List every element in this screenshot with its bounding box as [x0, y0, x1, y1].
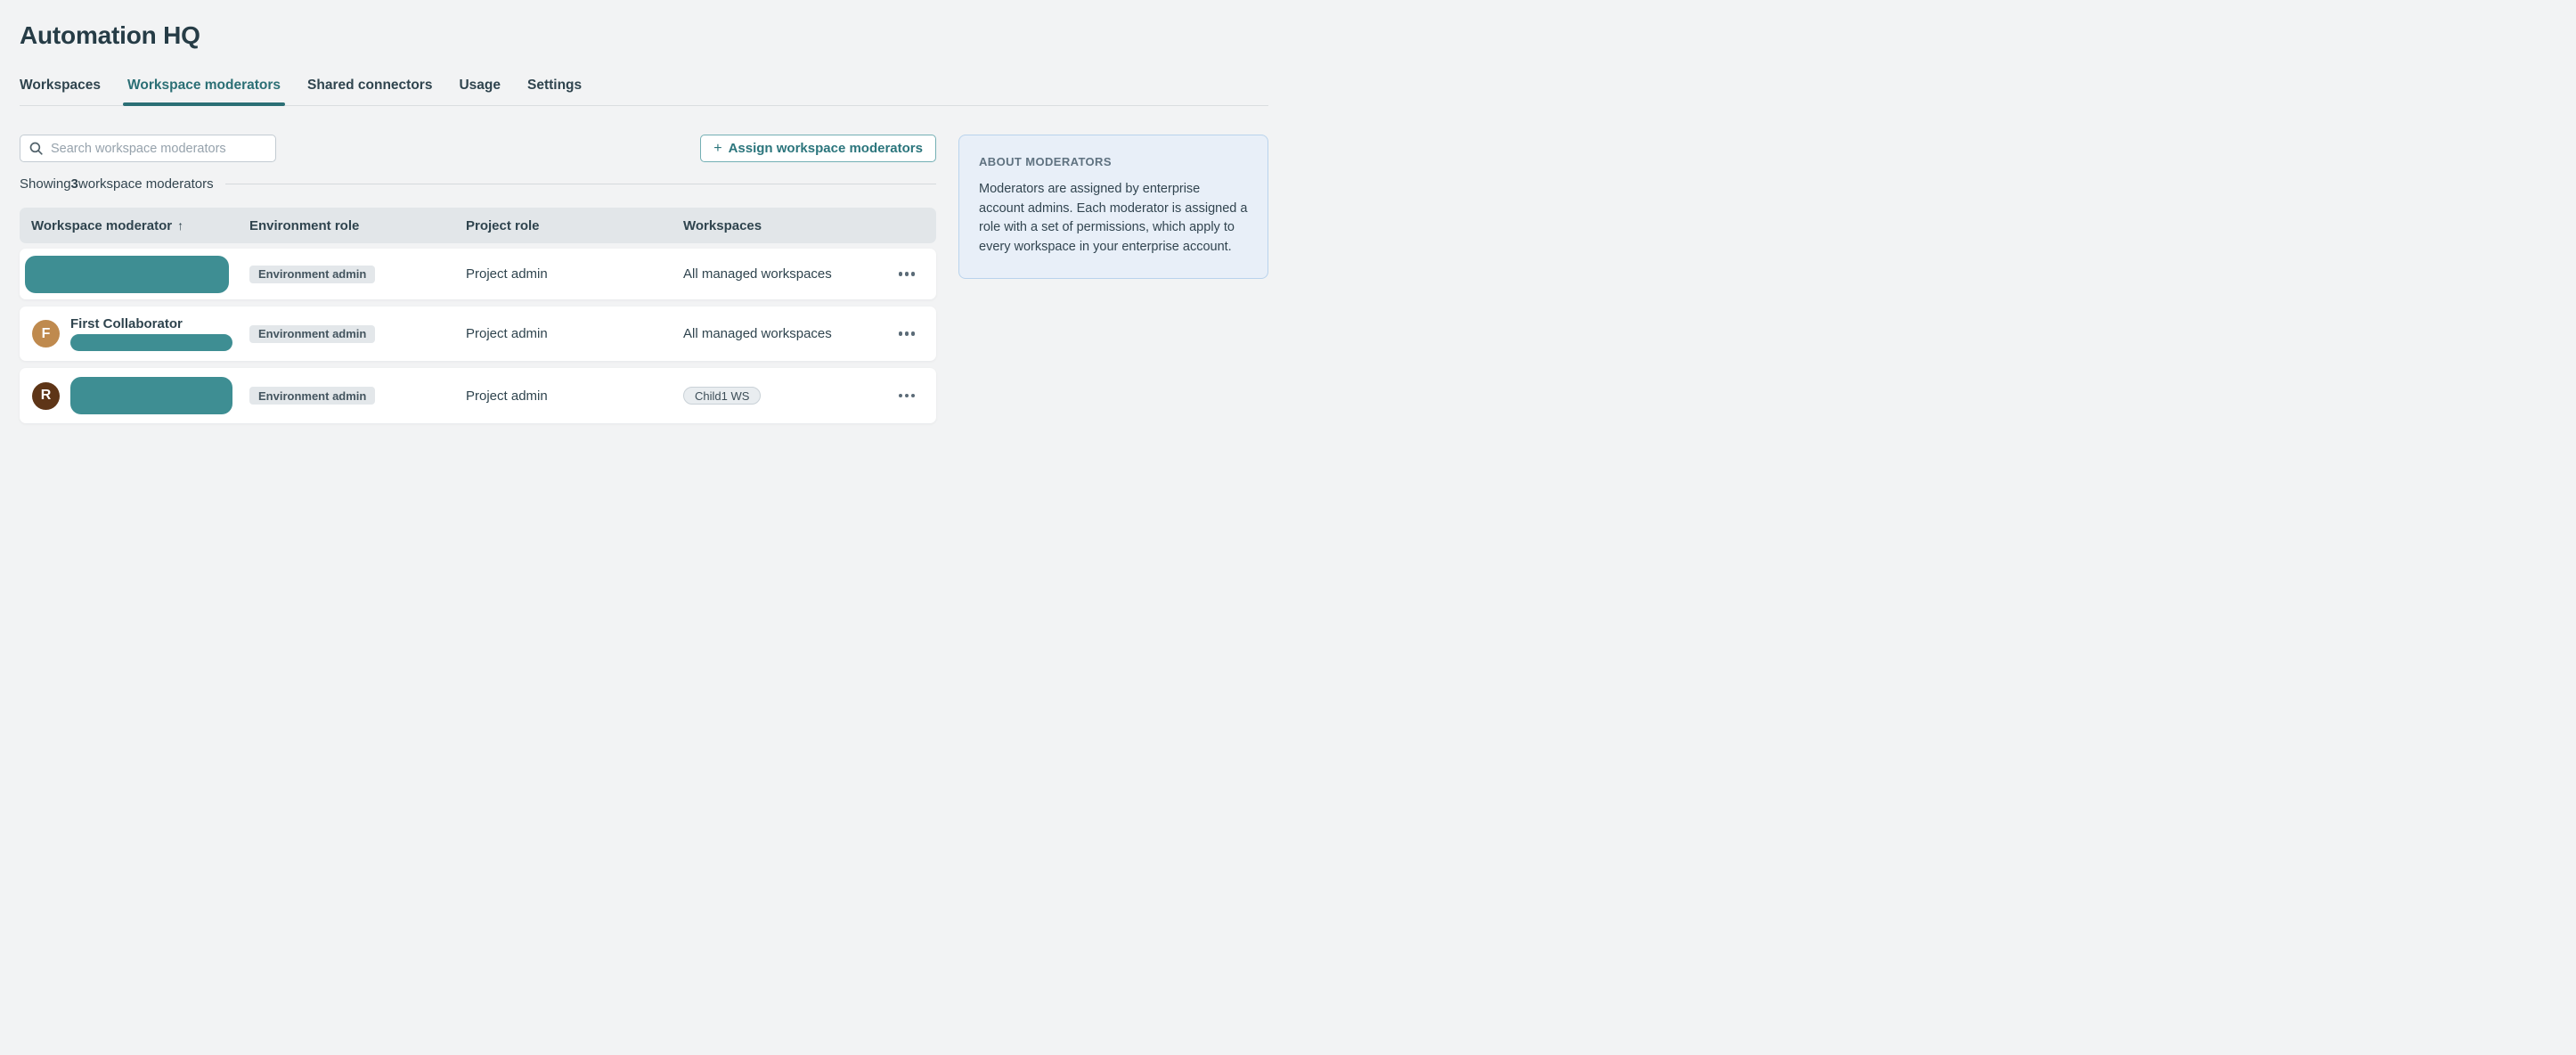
assign-button-label: Assign workspace moderators	[729, 141, 923, 156]
column-header-workspaces[interactable]: Workspaces	[683, 218, 886, 233]
redacted-name-pill	[70, 377, 232, 414]
environment-role-badge: Environment admin	[249, 387, 375, 405]
tab-bar: Workspaces Workspace moderators Shared c…	[20, 78, 1268, 106]
workspaces-cell: Child1 WS	[683, 387, 886, 405]
workspaces-cell: All managed workspaces	[683, 326, 886, 341]
search-field-wrapper	[20, 135, 276, 162]
row-actions-button[interactable]	[886, 307, 936, 361]
ellipsis-icon	[899, 394, 903, 398]
project-role-cell: Project admin	[466, 326, 683, 341]
results-summary: Showing 3 workspace moderators	[20, 176, 936, 192]
tab-usage[interactable]: Usage	[459, 78, 501, 105]
page-title: Automation HQ	[20, 0, 1268, 50]
avatar: R	[32, 382, 60, 410]
project-role-cell: Project admin	[466, 388, 683, 404]
search-icon	[29, 142, 43, 155]
assign-workspace-moderators-button[interactable]: + Assign workspace moderators	[700, 135, 936, 162]
avatar: F	[32, 320, 60, 348]
about-moderators-panel: ABOUT MODERATORS Moderators are assigned…	[958, 135, 1268, 279]
project-role-cell: Project admin	[466, 266, 683, 282]
moderators-section: + Assign workspace moderators Showing 3 …	[20, 135, 936, 430]
environment-role-badge: Environment admin	[249, 325, 375, 343]
about-panel-heading: ABOUT MODERATORS	[979, 155, 1249, 168]
moderator-name-cell	[20, 256, 249, 293]
row-actions-button[interactable]	[886, 249, 936, 299]
summary-prefix: Showing	[20, 176, 71, 192]
environment-role-cell: Environment admin	[249, 387, 466, 405]
row-actions-button[interactable]	[886, 368, 936, 423]
table-header-row: Workspace moderator↑ Environment role Pr…	[20, 208, 936, 243]
moderators-table: Workspace moderator↑ Environment role Pr…	[20, 208, 936, 423]
environment-role-cell: Environment admin	[249, 325, 466, 343]
workspaces-cell: All managed workspaces	[683, 266, 886, 282]
search-input[interactable]	[20, 135, 276, 162]
column-header-workspace-moderator[interactable]: Workspace moderator↑	[20, 218, 249, 233]
tab-settings[interactable]: Settings	[527, 78, 582, 105]
plus-icon: +	[713, 142, 721, 156]
table-row: F First Collaborator Environment admin P…	[20, 307, 936, 361]
moderator-name-cell: R	[20, 377, 249, 414]
column-header-project-role[interactable]: Project role	[466, 218, 683, 233]
tab-workspace-moderators[interactable]: Workspace moderators	[127, 78, 281, 105]
environment-role-badge: Environment admin	[249, 266, 375, 283]
tab-shared-connectors[interactable]: Shared connectors	[307, 78, 432, 105]
moderator-name: First Collaborator	[70, 316, 232, 331]
ellipsis-icon	[899, 272, 903, 276]
tab-workspaces[interactable]: Workspaces	[20, 78, 101, 105]
about-panel-body: Moderators are assigned by enterprise ac…	[979, 180, 1249, 257]
column-header-environment-role[interactable]: Environment role	[249, 218, 466, 233]
environment-role-cell: Environment admin	[249, 266, 466, 283]
table-row: R Environment admin Project admin Child1…	[20, 368, 936, 423]
table-row: Environment admin Project admin All mana…	[20, 249, 936, 299]
results-count: 3	[71, 176, 78, 192]
summary-suffix: workspace moderators	[78, 176, 214, 192]
workspace-chip: Child1 WS	[683, 387, 761, 405]
redacted-name-pill	[25, 256, 229, 293]
redacted-email-pill	[70, 334, 232, 351]
moderator-name-cell: F First Collaborator	[20, 316, 249, 351]
ellipsis-icon	[899, 331, 903, 336]
sort-ascending-icon: ↑	[177, 218, 183, 233]
